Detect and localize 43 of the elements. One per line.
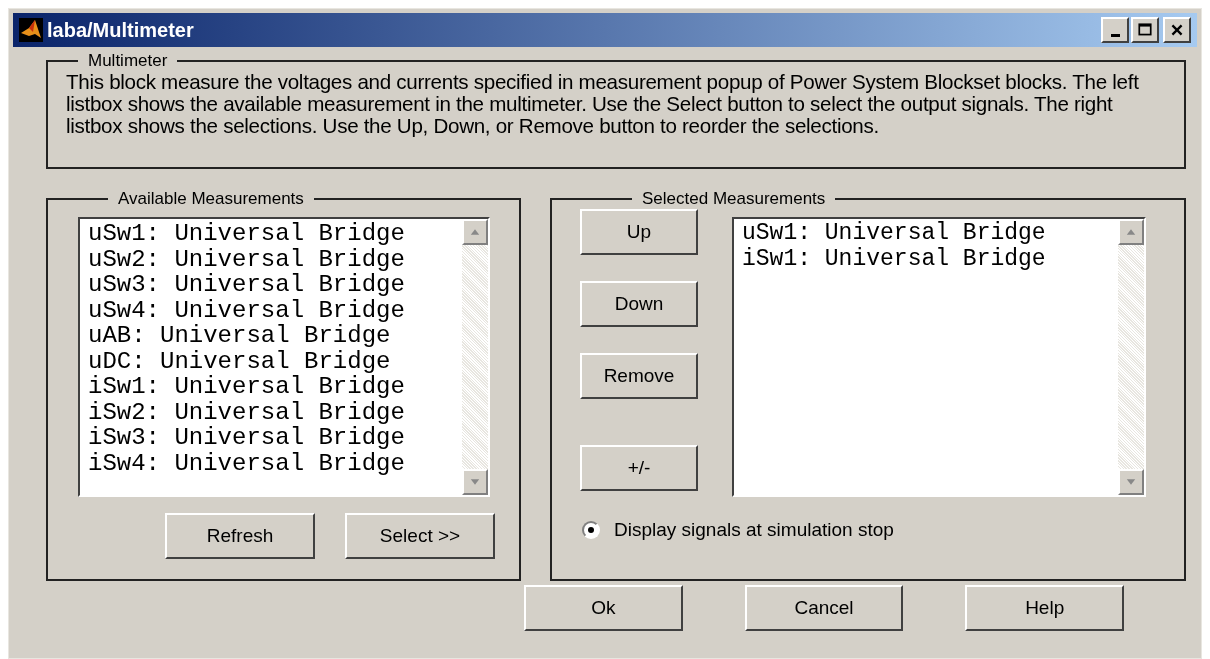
- dialog-button[interactable]: Up: [580, 209, 698, 255]
- scrollbar[interactable]: [462, 219, 488, 495]
- close-button[interactable]: [1163, 17, 1191, 43]
- group-title: Selected Measurements: [641, 189, 827, 209]
- list-item[interactable]: uSw1: Universal Bridge: [88, 221, 462, 247]
- dialog-button[interactable]: Cancel: [744, 585, 904, 631]
- list-item[interactable]: uDC: Universal Bridge: [88, 348, 462, 374]
- maximize-icon: [1137, 22, 1153, 38]
- list-item[interactable]: uAB: Universal Bridge: [88, 323, 462, 349]
- dialog-button[interactable]: +/-: [580, 445, 698, 491]
- dialog-button[interactable]: Ok: [524, 585, 683, 631]
- radio-label: Display signals at simulation stop: [614, 519, 894, 541]
- group-title: Multimeter: [87, 51, 169, 71]
- list-item[interactable]: iSw3: Universal Bridge: [88, 425, 462, 451]
- scroll-down-button[interactable]: [462, 469, 488, 495]
- app-logo-icon: [19, 18, 43, 42]
- selected-listbox[interactable]: uSw1: Universal Bridge iSw1: Universal Bridge: [732, 217, 1146, 497]
- list-item[interactable]: iSw1: Universal Bridge: [742, 246, 1118, 272]
- dialog-button[interactable]: Remove: [580, 353, 698, 399]
- scroll-down-button[interactable]: [1118, 469, 1144, 495]
- list-item[interactable]: uSw2: Universal Bridge: [88, 246, 462, 272]
- radio-button[interactable]: [582, 521, 600, 539]
- dialog-button[interactable]: Refresh: [165, 513, 315, 559]
- dialog-button[interactable]: Select >>: [345, 513, 495, 559]
- scrollbar[interactable]: [1118, 219, 1144, 495]
- list-item[interactable]: uSw3: Universal Bridge: [88, 272, 462, 298]
- description-text: This block measure the voltages and currents specified in measurement popup of Power System Blockset blocks. The left listbox shows the available measurement in the multimeter. Use the Select button to select the output signals. The right listbox shows the selections. Use the Up, Down, or Remove button to reorder the selections.: [66, 71, 1140, 137]
- close-icon: [1169, 22, 1185, 38]
- list-item[interactable]: iSw2: Universal Bridge: [88, 399, 462, 425]
- dialog-button[interactable]: Help: [965, 585, 1124, 631]
- list-item[interactable]: iSw1: Universal Bridge: [88, 374, 462, 400]
- group-title: Available Measurements: [117, 189, 305, 209]
- list-item[interactable]: uSw1: Universal Bridge: [742, 221, 1118, 247]
- minimize-button[interactable]: [1101, 17, 1129, 43]
- maximize-button[interactable]: [1131, 17, 1159, 43]
- scroll-up-button[interactable]: [1118, 219, 1144, 245]
- window-title: laba/Multimeter: [47, 18, 194, 42]
- minimize-icon: [1110, 33, 1120, 37]
- list-item[interactable]: iSw4: Universal Bridge: [88, 450, 462, 476]
- available-listbox[interactable]: [78, 217, 490, 497]
- dialog-button[interactable]: Down: [580, 281, 698, 327]
- list-item[interactable]: uSw4: Universal Bridge: [88, 297, 462, 323]
- scroll-up-button[interactable]: [462, 219, 488, 245]
